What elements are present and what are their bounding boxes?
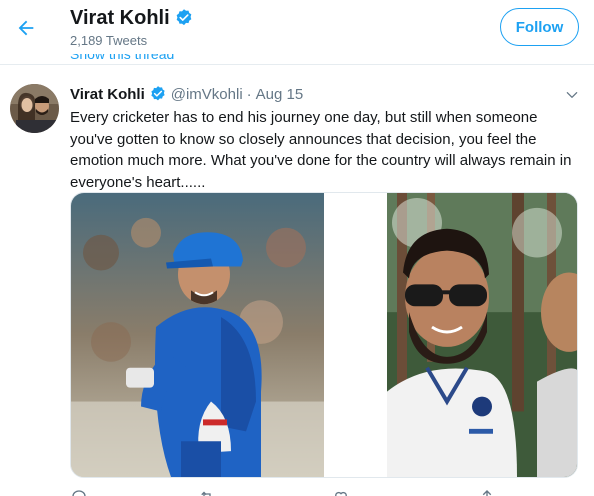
tweet-options-button[interactable] — [563, 86, 581, 104]
retweet-button[interactable] — [198, 488, 216, 496]
caret-down-icon — [566, 92, 578, 98]
header-name: Virat Kohli — [70, 7, 170, 29]
tweet-media[interactable] — [70, 192, 578, 478]
meta-separator: · — [246, 85, 252, 103]
tweet-handle[interactable]: @imVkohli — [171, 86, 243, 103]
follow-button[interactable]: Follow — [500, 8, 579, 46]
reply-icon — [72, 490, 86, 496]
tweet-date[interactable]: Aug 15 — [256, 86, 304, 103]
tweet-meta: Virat Kohli @imVkohli · Aug 15 — [70, 85, 303, 103]
tweet-text: Every cricketer has to end his journey o… — [70, 109, 572, 191]
tweets-count: 2,189 Tweets — [70, 33, 148, 48]
verified-badge-icon — [151, 86, 165, 101]
reply-button[interactable] — [70, 488, 88, 496]
share-button[interactable] — [478, 488, 496, 496]
retweet-icon — [201, 491, 211, 496]
verified-badge-icon — [176, 9, 191, 26]
like-icon — [335, 491, 347, 496]
photo-selfie[interactable] — [387, 193, 578, 477]
avatar-photo — [10, 84, 59, 133]
profile-header: Virat Kohli 2,189 Tweets Follow — [0, 0, 594, 54]
share-icon — [482, 490, 492, 496]
tweet-actions — [70, 488, 550, 496]
like-button[interactable] — [332, 488, 350, 496]
divider — [0, 64, 594, 65]
tweet-author-name[interactable]: Virat Kohli — [70, 86, 145, 103]
back-button[interactable] — [8, 10, 44, 46]
header-title-block: Virat Kohli 2,189 Tweets — [70, 6, 194, 48]
photo-gap — [324, 193, 387, 477]
avatar[interactable] — [10, 84, 59, 133]
photo-cricketer[interactable] — [71, 193, 324, 477]
back-arrow-icon — [18, 20, 34, 36]
